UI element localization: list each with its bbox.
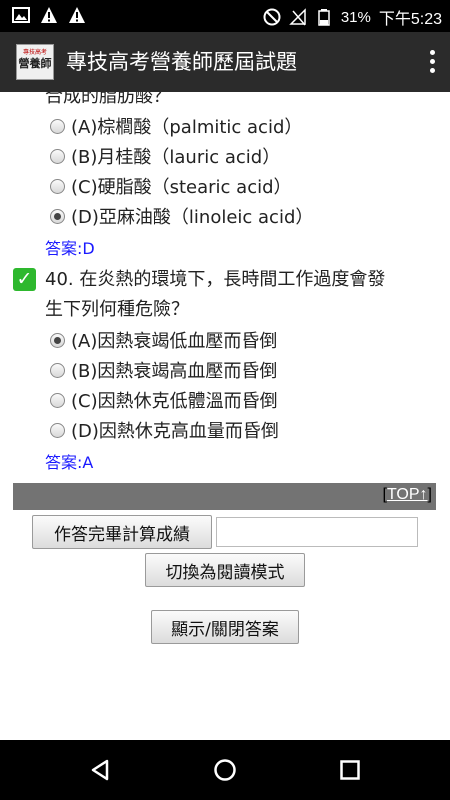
logo-subtitle: 專技高考 (22, 49, 47, 56)
top-link-wrapper: [TOP↑] (382, 486, 432, 504)
toggle-answer-button[interactable]: 顯示/關閉答案 (151, 610, 299, 644)
radio-button[interactable] (50, 178, 65, 194)
option-label: (C)因熱休克低體溫而昏倒 (71, 391, 278, 412)
option-a[interactable]: (A)棕櫚酸（palmitic acid） (50, 113, 302, 139)
answer-text: 答案:D (45, 239, 95, 258)
overflow-menu-icon[interactable] (428, 50, 436, 76)
option-c[interactable]: (C)硬脂酸（stearic acid） (50, 173, 292, 199)
option-label: (A)因熱衰竭低血壓而昏倒 (71, 331, 278, 352)
option-label: (D)因熱休克高血量而昏倒 (71, 421, 279, 442)
recents-icon[interactable] (338, 758, 362, 782)
radio-button[interactable] (50, 118, 65, 134)
navigation-bar (0, 740, 450, 800)
question-text: 合成的脂肪酸？ (45, 92, 171, 107)
warning-icon (69, 7, 85, 23)
option-c[interactable]: (C)因熱休克低體溫而昏倒 (50, 387, 278, 413)
option-d[interactable]: (D)亞麻油酸（linoleic acid） (50, 203, 313, 229)
question-text-line1: 40. 在炎熱的環境下，長時間工作過度會發 (45, 269, 386, 290)
warning-icon (41, 7, 57, 23)
question-list[interactable]: 合成的脂肪酸？ (A)棕櫚酸（palmitic acid） (B)月桂酸（lau… (0, 92, 450, 740)
radio-button[interactable] (50, 392, 65, 408)
image-notification-icon (12, 7, 30, 23)
do-not-disturb-icon (263, 8, 281, 26)
system-icons: 31% 下午5:23 (263, 5, 442, 29)
correct-check-icon: ✓ (13, 268, 36, 291)
option-d[interactable]: (D)因熱休克高血量而昏倒 (50, 417, 279, 443)
notification-icons (12, 6, 86, 24)
clock: 下午5:23 (378, 11, 442, 28)
radio-button-selected[interactable] (50, 208, 65, 224)
top-link[interactable]: TOP↑ (387, 486, 428, 503)
battery-percent: 31% (340, 8, 371, 26)
score-field[interactable] (216, 517, 418, 547)
answer-text: 答案:A (45, 453, 94, 472)
app-title: 專技高考營養師歷屆試題 (66, 50, 297, 74)
bracket-close: ] (427, 486, 432, 503)
option-label: (A)棕櫚酸（palmitic acid） (71, 117, 303, 138)
app-logo: 專技高考 營養師 (16, 44, 54, 80)
radio-button[interactable] (50, 422, 65, 438)
top-bar: [TOP↑] (13, 483, 436, 510)
radio-button[interactable] (50, 362, 65, 378)
option-b[interactable]: (B)因熱衰竭高血壓而昏倒 (50, 357, 277, 383)
status-bar: 31% 下午5:23 (0, 0, 450, 32)
option-label: (B)月桂酸（lauric acid） (71, 147, 281, 168)
radio-button-selected[interactable] (50, 332, 65, 348)
option-a[interactable]: (A)因熱衰竭低血壓而昏倒 (50, 327, 277, 353)
home-icon[interactable] (213, 758, 237, 782)
question-text-line2: 生下列何種危險？ (45, 299, 189, 320)
reading-mode-button[interactable]: 切換為閱讀模式 (145, 553, 305, 587)
radio-button[interactable] (50, 148, 65, 164)
option-b[interactable]: (B)月桂酸（lauric acid） (50, 143, 280, 169)
no-signal-icon (289, 8, 306, 26)
calculate-score-button[interactable]: 作答完畢計算成績 (32, 515, 212, 549)
option-label: (C)硬脂酸（stearic acid） (71, 177, 292, 198)
back-icon[interactable] (88, 758, 112, 782)
logo-title: 營養師 (18, 57, 52, 70)
option-label: (B)因熱衰竭高血壓而昏倒 (71, 361, 278, 382)
battery-icon (318, 9, 330, 26)
option-label: (D)亞麻油酸（linoleic acid） (71, 207, 314, 228)
app-bar: 專技高考 營養師 專技高考營養師歷屆試題 (0, 32, 450, 92)
